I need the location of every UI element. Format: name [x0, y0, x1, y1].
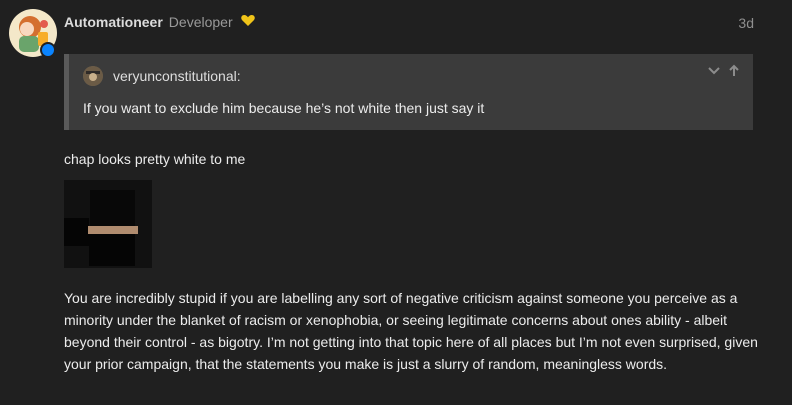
- post-paragraph: You are incredibly stupid if you are lab…: [64, 290, 758, 372]
- post-date[interactable]: 3d: [738, 15, 754, 31]
- arrow-up-icon[interactable]: [727, 64, 741, 83]
- quote-block: veryunconstitutional: If you want to exc…: [64, 54, 753, 130]
- quote-avatar: [83, 66, 103, 86]
- chevron-down-icon[interactable]: [707, 64, 721, 83]
- post-header: Automationeer Developer: [64, 14, 255, 30]
- quote-author[interactable]: veryunconstitutional:: [113, 68, 241, 84]
- post-image[interactable]: [64, 180, 152, 268]
- roblox-badge-icon: [40, 42, 56, 58]
- user-title: Developer: [168, 14, 233, 30]
- username-link[interactable]: Automationeer: [64, 14, 163, 30]
- heart-icon: [240, 14, 255, 30]
- reply-line: chap looks pretty white to me: [64, 151, 246, 167]
- quote-text: If you want to exclude him because he’s …: [83, 100, 485, 116]
